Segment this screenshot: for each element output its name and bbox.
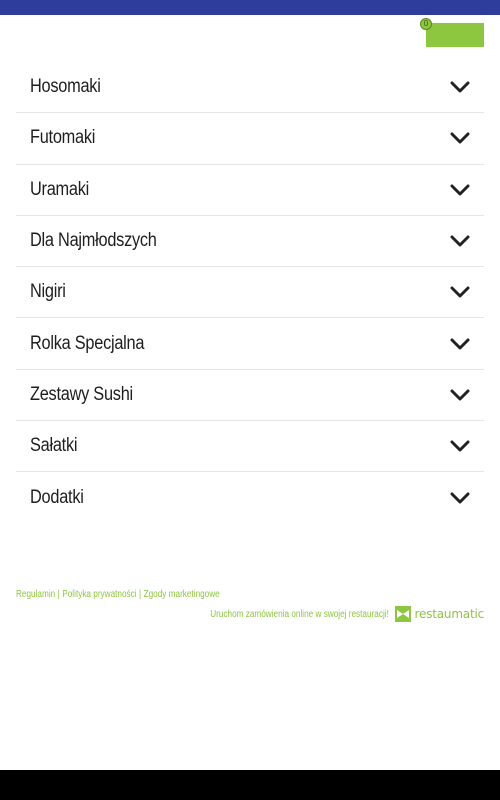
footer-separator: |	[139, 589, 142, 600]
restaumatic-promo: Uruchom zamówienia online w swojej resta…	[171, 605, 484, 623]
privacy-policy-link[interactable]: Polityka prywatności	[62, 589, 136, 600]
menu-category-dla-najmlodszych[interactable]: Dla Najmłodszych	[16, 216, 484, 268]
restaumatic-logo-icon	[394, 606, 411, 622]
menu-category-nigiri[interactable]: Nigiri	[16, 267, 484, 319]
menu-category-label: Rolka Specjalna	[30, 332, 145, 354]
chevron-down-icon[interactable]	[450, 183, 470, 197]
menu-category-label: Zestawy Sushi	[30, 383, 133, 405]
footer-links: Regulamin | Polityka prywatności | Zgody mar…	[16, 589, 220, 600]
chevron-down-icon[interactable]	[450, 234, 470, 248]
menu-category-dodatki[interactable]: Dodatki	[16, 472, 484, 523]
menu-category-label: Futomaki	[30, 127, 96, 149]
cart-button[interactable]: 0	[420, 18, 484, 47]
menu-category-rolka-specjalna[interactable]: Rolka Specjalna	[16, 318, 484, 370]
chevron-down-icon[interactable]	[450, 388, 470, 402]
menu-category-salatki[interactable]: Sałatki	[16, 421, 484, 473]
system-navigation-bar	[0, 770, 500, 800]
chevron-down-icon[interactable]	[450, 285, 470, 299]
menu-category-list: Hosomaki Futomaki Uramaki Dla Najmłodszy…	[16, 62, 484, 524]
chevron-down-icon[interactable]	[450, 491, 470, 505]
menu-category-label: Sałatki	[30, 435, 78, 457]
cart-count-badge: 0	[420, 18, 432, 30]
menu-category-label: Uramaki	[30, 178, 90, 200]
regulamin-link[interactable]: Regulamin	[16, 589, 55, 600]
restaumatic-brand-text: restaumatic	[414, 607, 485, 621]
menu-category-label: Dla Najmłodszych	[30, 230, 157, 252]
marketing-consents-link[interactable]: Zgody marketingowe	[144, 589, 220, 600]
chevron-down-icon[interactable]	[450, 131, 470, 145]
top-app-bar	[0, 0, 500, 15]
chevron-down-icon[interactable]	[450, 337, 470, 351]
menu-category-label: Nigiri	[30, 281, 66, 303]
menu-category-zestawy-sushi[interactable]: Zestawy Sushi	[16, 370, 484, 422]
restaumatic-logo[interactable]: restaumatic	[394, 606, 485, 622]
menu-category-futomaki[interactable]: Futomaki	[16, 113, 484, 165]
menu-category-hosomaki[interactable]: Hosomaki	[16, 62, 484, 114]
chevron-down-icon[interactable]	[450, 439, 470, 453]
menu-category-label: Hosomaki	[30, 76, 101, 98]
menu-category-label: Dodatki	[30, 487, 84, 509]
promo-link[interactable]: Uruchom zamówienia online w swojej resta…	[210, 609, 389, 620]
chevron-down-icon[interactable]	[450, 80, 470, 94]
menu-category-uramaki[interactable]: Uramaki	[16, 165, 484, 216]
